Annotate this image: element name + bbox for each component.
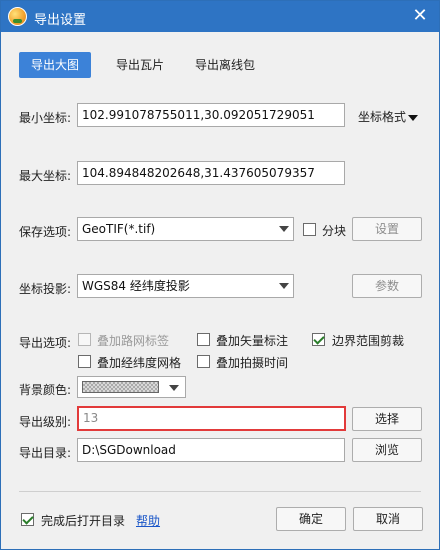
tab-export-tiles[interactable]: 导出瓦片 <box>104 52 176 78</box>
overlay-grid-checkbox[interactable] <box>78 355 91 368</box>
open-after-complete-label: 完成后打开目录 <box>41 514 126 528</box>
export-level-input[interactable]: 13 <box>77 406 346 431</box>
export-directory-label: 导出目录: <box>19 446 72 460</box>
overlay-vector-labels-label: 叠加矢量标注 <box>216 334 289 348</box>
max-coord-input[interactable]: 104.894848202648,31.437605079357 <box>77 161 345 185</box>
help-link[interactable]: 帮助 <box>136 512 160 529</box>
title-bar[interactable]: 导出设置 ✕ <box>1 1 439 32</box>
boundary-clip-label: 边界范围剪裁 <box>332 334 405 348</box>
ok-button[interactable]: 确定 <box>276 507 346 531</box>
chevron-down-icon <box>279 226 289 232</box>
min-coord-label: 最小坐标: <box>19 111 72 125</box>
chevron-down-icon <box>169 385 179 391</box>
coord-format-label: 坐标格式 <box>358 110 407 124</box>
overlay-road-labels-label: 叠加路网标签 <box>97 334 170 348</box>
chevron-down-icon <box>279 283 289 289</box>
coord-format-dropdown[interactable]: 坐标格式 <box>358 108 419 125</box>
overlay-vector-labels-checkbox[interactable] <box>197 333 210 346</box>
projection-label: 坐标投影: <box>19 282 72 296</box>
cancel-button[interactable]: 取消 <box>353 507 423 531</box>
app-globe-icon <box>8 7 27 26</box>
window-title: 导出设置 <box>34 13 87 28</box>
background-color-picker[interactable] <box>77 376 186 398</box>
overlay-grid-label: 叠加经纬度网格 <box>97 356 182 370</box>
export-directory-input[interactable]: D:\SGDownload <box>77 438 345 462</box>
min-coord-input[interactable]: 102.991078755011,30.092051729051 <box>77 103 345 127</box>
overlay-road-labels-checkbox[interactable] <box>78 333 91 346</box>
caret-down-icon <box>408 114 419 121</box>
browse-button[interactable]: 浏览 <box>352 438 422 462</box>
tab-export-offline-package[interactable]: 导出离线包 <box>183 52 267 78</box>
save-option-label: 保存选项: <box>19 225 72 239</box>
save-format-value: GeoTIF(*.tif) <box>82 222 156 236</box>
tab-export-large-image[interactable]: 导出大图 <box>19 52 92 78</box>
tile-label: 分块 <box>322 224 347 238</box>
export-level-label: 导出级别: <box>19 415 72 429</box>
save-format-select[interactable]: GeoTIF(*.tif) <box>77 217 294 241</box>
max-coord-label: 最大坐标: <box>19 169 72 183</box>
export-settings-dialog: 导出设置 ✕ 导出大图 导出瓦片 导出离线包 最小坐标: 102.9910787… <box>0 0 440 550</box>
overlay-capture-time-label: 叠加拍摄时间 <box>216 356 289 370</box>
overlay-capture-time-checkbox[interactable] <box>197 355 210 368</box>
color-preview <box>82 381 159 393</box>
tile-checkbox[interactable] <box>303 223 316 236</box>
boundary-clip-checkbox[interactable] <box>312 333 325 346</box>
close-button[interactable]: ✕ <box>409 5 431 27</box>
params-button[interactable]: 参数 <box>352 274 422 298</box>
settings-button[interactable]: 设置 <box>352 217 422 241</box>
projection-value: WGS84 经纬度投影 <box>82 279 190 293</box>
projection-select[interactable]: WGS84 经纬度投影 <box>77 274 294 298</box>
footer-divider <box>19 491 421 492</box>
select-level-button[interactable]: 选择 <box>352 407 422 431</box>
background-color-label: 背景颜色: <box>19 383 72 397</box>
export-options-label: 导出选项: <box>19 336 72 350</box>
open-after-complete-checkbox[interactable] <box>21 513 34 526</box>
